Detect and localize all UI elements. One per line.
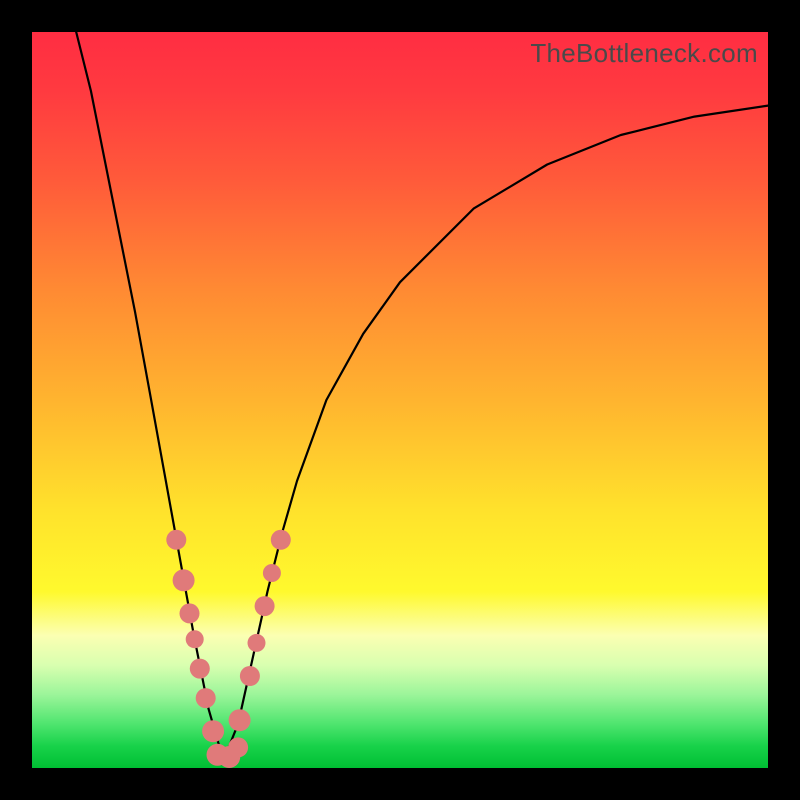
bottleneck-curve: [76, 32, 768, 761]
data-marker: [180, 603, 200, 623]
data-marker: [271, 530, 291, 550]
data-marker: [240, 666, 260, 686]
data-marker: [263, 564, 281, 582]
data-marker: [173, 569, 195, 591]
chart-frame: TheBottleneck.com: [0, 0, 800, 800]
data-marker: [229, 709, 251, 731]
data-marker: [186, 630, 204, 648]
data-marker: [255, 596, 275, 616]
data-marker: [166, 530, 186, 550]
data-marker: [228, 737, 248, 757]
data-marker: [248, 634, 266, 652]
markers-group: [166, 530, 290, 768]
plot-area: TheBottleneck.com: [32, 32, 768, 768]
data-marker: [196, 688, 216, 708]
data-marker: [202, 720, 224, 742]
chart-svg: [32, 32, 768, 768]
data-marker: [190, 659, 210, 679]
